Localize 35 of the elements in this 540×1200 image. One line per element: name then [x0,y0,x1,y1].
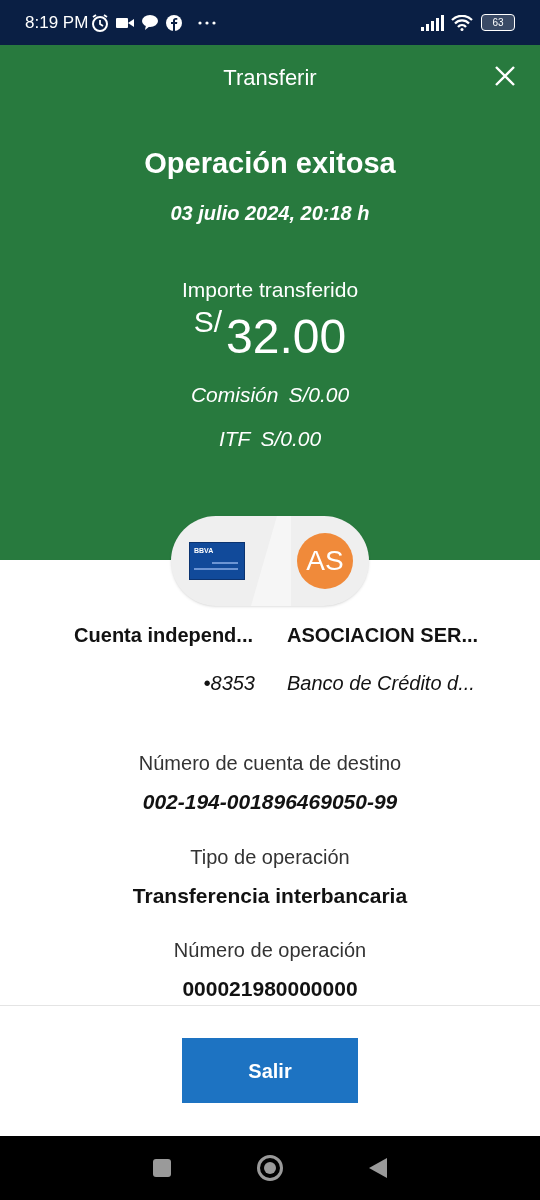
fee-label: Comisión [190,382,279,409]
origin-account-name: Cuenta independ... [74,623,253,649]
back-icon[interactable] [368,1156,388,1179]
detail-value: 000021980000000 [182,976,358,1003]
more-icon [198,20,217,25]
recipient-name: ASOCIACION SER... [287,623,479,649]
detail-label: Número de cuenta de destino [138,751,402,777]
facebook-icon [166,14,183,31]
fee-value: S/0.00 [260,425,322,452]
chat-icon [142,15,159,31]
detail-label: Tipo de operación [190,844,350,870]
origin-account-number: •8353 [203,671,255,697]
fee-value: S/0.00 [288,382,350,409]
home-icon[interactable] [256,1153,284,1182]
video-icon [116,16,135,29]
recipient-avatar: AS [297,533,353,590]
detail-label: Número de operación [173,938,367,964]
detail-value: 002-194-001896469050-99 [142,789,398,816]
exit-button[interactable]: Salir [182,1038,358,1104]
screen-title: Transferir [223,63,317,92]
fee-label: ITF [218,425,251,452]
transferred-amount: 32.00 [226,313,347,362]
wifi-icon [451,14,473,31]
battery-icon: 63 [481,14,515,32]
signal-icon [421,14,445,31]
recipient-bank: Banco de Crédito d... [287,671,475,697]
currency-symbol: S/ [193,307,223,338]
amount-label: Importe transferido [181,276,359,303]
operation-date: 03 julio 2024, 20:18 h [170,200,370,226]
status-time: 8:19 PM [25,11,89,34]
detail-value: Transferencia interbancaria [132,882,408,909]
alarm-icon [90,12,111,33]
close-button[interactable] [494,65,516,88]
recents-icon[interactable] [152,1157,172,1178]
result-title: Operación exitosa [144,146,396,182]
